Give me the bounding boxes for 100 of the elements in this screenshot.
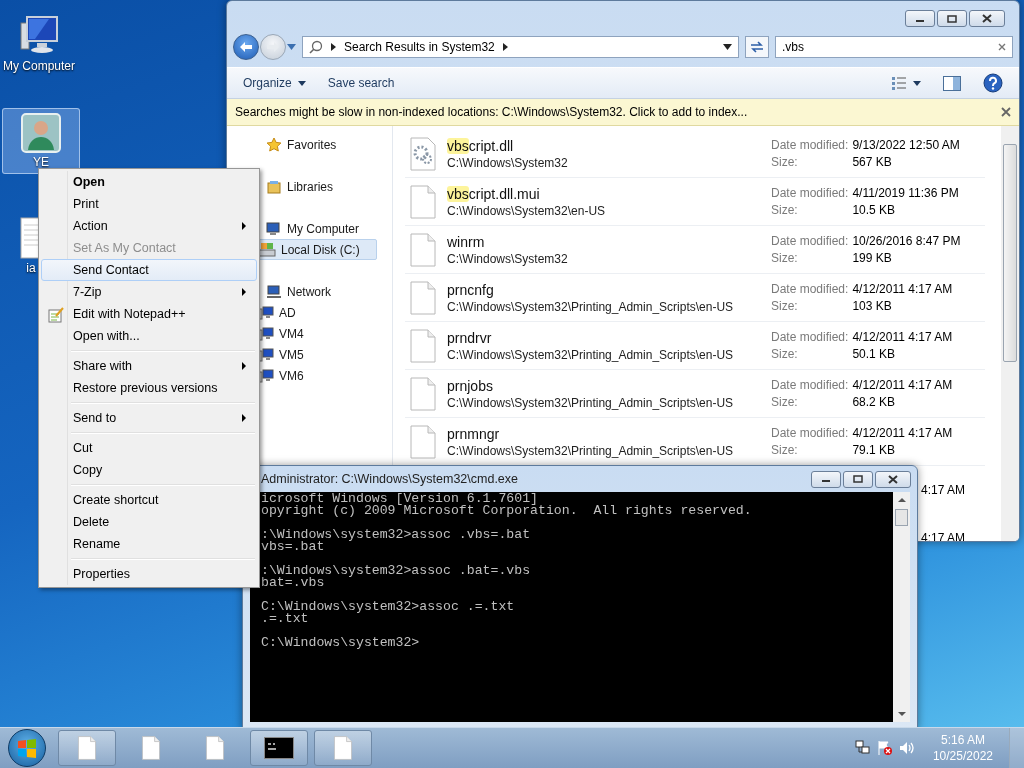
scroll-thumb[interactable]: [895, 508, 908, 526]
taskbar-button[interactable]: [250, 730, 308, 766]
info-bar-text: Searches might be slow in non-indexed locations: C:\Windows\System32. Click to add to index...: [235, 105, 748, 119]
document-icon: [409, 424, 437, 459]
flag-icon[interactable]: [876, 740, 893, 756]
meta-label: Date modified:: [771, 186, 849, 200]
toolbar-button[interactable]: Organize: [237, 73, 312, 93]
file-row[interactable]: vbscript.dll.mui C:\Windows\System32\en-US Date modified: 4/11/2019 11:36 PM Size: 10.5 KB: [405, 178, 985, 226]
menu-item[interactable]: Send Contact: [41, 259, 257, 281]
desktop-icon[interactable]: YE: [2, 108, 80, 174]
menu-item[interactable]: Send to: [41, 407, 257, 429]
file-name: prncnfg: [447, 281, 495, 298]
nav-item[interactable]: VM4: [255, 323, 377, 344]
minimize-button[interactable]: [905, 10, 935, 27]
document-icon: [409, 328, 437, 363]
caret-icon: [297, 80, 306, 86]
menu-item[interactable]: Properties: [41, 563, 257, 585]
address-bar[interactable]: Search Results in System32: [302, 36, 739, 58]
settings-file-icon: [409, 136, 437, 171]
caret-icon[interactable]: [287, 44, 296, 50]
date-value: 9/13/2022 12:50 AM: [852, 138, 961, 152]
menu-item[interactable]: Open with...: [41, 325, 257, 347]
close-button[interactable]: [969, 10, 1005, 27]
document-icon: [205, 735, 225, 761]
maximize-button[interactable]: [843, 470, 873, 488]
document-icon: [141, 735, 161, 761]
document-icon: [409, 232, 437, 267]
menu-item[interactable]: Delete: [41, 511, 257, 533]
file-path: C:\Windows\System32\en-US: [447, 203, 607, 218]
file-path: C:\Windows\System32: [447, 251, 569, 266]
star-icon: [266, 136, 282, 153]
date-value: 4/12/2011 4:17 AM: [852, 330, 954, 344]
file-name: vbscript.dll: [447, 137, 515, 154]
windows-logo-icon: [16, 737, 38, 759]
pane-icon: [943, 75, 961, 91]
console-line: icrosoft Windows [Version 6.1.7601]: [261, 493, 538, 505]
document-icon: [409, 376, 437, 411]
network-icon[interactable]: [854, 740, 871, 756]
date-value: 4/11/2019 11:36 PM: [852, 186, 960, 200]
date-value: 10/26/2016 8:47 PM: [852, 234, 962, 248]
list-view-icon: [891, 76, 907, 90]
nav-item[interactable]: Favorites: [263, 134, 385, 155]
desktop-icon-label: ia: [26, 261, 36, 275]
search-field[interactable]: .vbs: [775, 36, 1013, 58]
close-icon: [888, 474, 898, 484]
toolbar-button[interactable]: Save search: [321, 73, 401, 93]
desktop-icon[interactable]: My Computer: [0, 8, 78, 78]
library-icon: [266, 178, 282, 195]
file-row[interactable]: vbscript.dll C:\Windows\System32 Date modified: 9/13/2022 12:50 AM Size: 567 KB: [405, 130, 985, 178]
search-icon: [309, 40, 323, 54]
refresh-button[interactable]: [745, 36, 769, 58]
menu-item[interactable]: Rename: [41, 533, 257, 555]
file-row[interactable]: prndrvr C:\Windows\System32\Printing_Admin_Scripts\en-US Date modified: 4/12/2011 4:17 AM Size: 50.1 KB: [405, 322, 985, 370]
close-icon[interactable]: [1001, 107, 1011, 117]
meta-label: Size:: [771, 299, 799, 313]
nav-item[interactable]: Libraries: [263, 176, 385, 197]
console-line: vbs=.bat: [261, 541, 325, 553]
start-button[interactable]: [8, 729, 46, 767]
nav-item[interactable]: VM5: [255, 344, 377, 365]
console-line: C:\Windows\system32>assoc .=.txt: [261, 601, 516, 613]
date-value: 4/12/2011 4:17 AM: [852, 378, 954, 392]
meta-label: Date modified:: [771, 330, 849, 344]
close-icon: [982, 14, 992, 23]
nav-item[interactable]: Network: [263, 281, 385, 302]
back-arrow-icon: [239, 41, 253, 53]
help-icon: [983, 73, 1003, 93]
menu-item[interactable]: Restore previous versions: [41, 377, 257, 399]
meta-label: Size:: [771, 251, 799, 265]
document-icon: [77, 735, 97, 761]
nav-item[interactable]: AD: [255, 302, 377, 323]
info-bar[interactable]: Searches might be slow in non-indexed locations: C:\Windows\System32. Click to add to index...: [227, 99, 1019, 126]
notepad-icon: [48, 307, 64, 323]
computer-icon: [258, 367, 274, 384]
console-line: :\Windows\system32>assoc .bat=.vbs: [261, 565, 532, 577]
clear-icon[interactable]: [998, 43, 1006, 51]
maximize-button[interactable]: [937, 10, 967, 27]
scrollbar[interactable]: [1001, 126, 1019, 541]
menu-item[interactable]: Share with: [41, 355, 257, 377]
minimize-button[interactable]: [811, 470, 841, 488]
menu-item[interactable]: 7-Zip: [41, 281, 257, 303]
maximize-icon: [947, 14, 957, 23]
nav-item[interactable]: VM6: [255, 365, 377, 386]
menu-item[interactable]: Copy: [41, 459, 257, 481]
file-name: vbscript.dll.mui: [447, 185, 541, 202]
file-row[interactable]: prnjobs C:\Windows\System32\Printing_Admin_Scripts\en-US Date modified: 4/12/2011 4:17 AM Size: 68.2 KB: [405, 370, 985, 418]
menu-item[interactable]: Open: [41, 171, 257, 193]
scroll-thumb[interactable]: [1003, 144, 1017, 362]
close-button[interactable]: [875, 470, 911, 488]
file-row[interactable]: winrm C:\Windows\System32 Date modified: 10/26/2016 8:47 PM Size: 199 KB: [405, 226, 985, 274]
refresh-icon: [749, 40, 765, 54]
dropdown-icon[interactable]: [723, 44, 732, 50]
menu-item[interactable]: Create shortcut: [41, 489, 257, 511]
meta-label: Size:: [771, 347, 799, 361]
nav-item[interactable]: My Computer: [263, 218, 385, 239]
menu-item[interactable]: Print: [41, 193, 257, 215]
menu-item[interactable]: Edit with Notepad++: [41, 303, 257, 325]
scrollbar[interactable]: [893, 492, 910, 722]
file-row[interactable]: prncnfg C:\Windows\System32\Printing_Admin_Scripts\en-US Date modified: 4/12/2011 4:17 AM Size: 103 KB: [405, 274, 985, 322]
back-button[interactable]: [233, 34, 259, 60]
menu-item[interactable]: Cut: [41, 437, 257, 459]
